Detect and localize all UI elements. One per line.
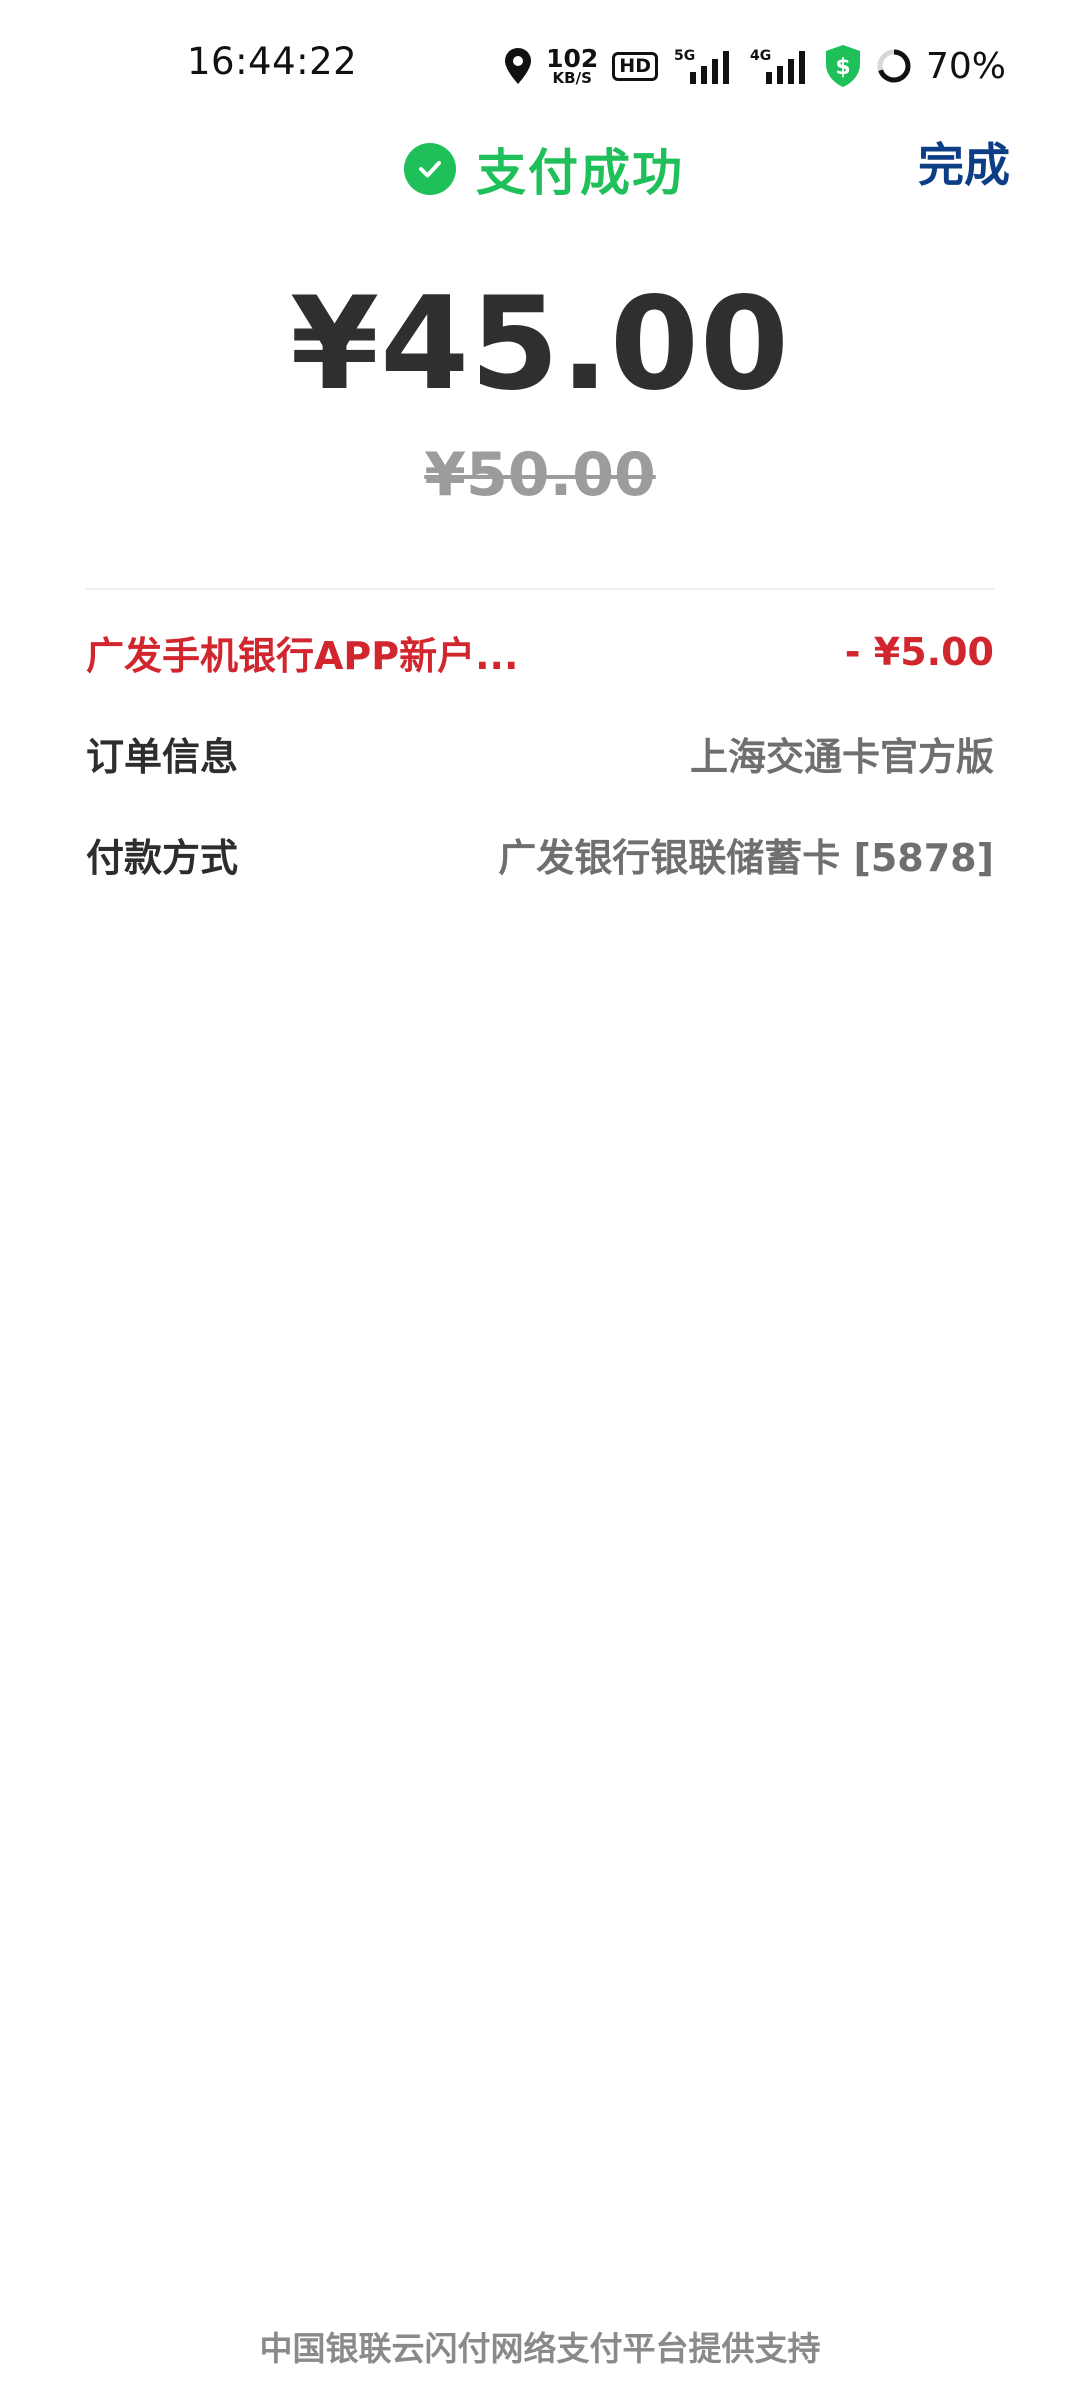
divider — [86, 588, 994, 590]
svg-text:$: $ — [835, 55, 850, 80]
page-title: 支付成功 — [476, 144, 684, 202]
order-info-value: 上海交通卡官方版 — [689, 734, 994, 779]
discount-label: 广发手机银行APP新户... — [86, 633, 519, 678]
order-info-row: 订单信息 上海交通卡官方版 — [86, 723, 994, 783]
paid-amount: ¥45.00 — [290, 270, 790, 419]
location-icon — [504, 47, 532, 85]
discount-value: - ¥5.00 — [844, 630, 994, 674]
network-speed: 102 KB/S — [546, 46, 598, 86]
battery-level: 70% — [925, 45, 1006, 87]
status-bar: 16:44:22 102 KB/S HD 5G 4G $ 70% — [0, 0, 1080, 130]
security-shield-icon: $ — [824, 44, 862, 88]
success-indicator: 支付成功 — [404, 133, 684, 205]
original-amount: ¥50.00 — [424, 440, 656, 510]
network-speed-unit: KB/S — [552, 69, 592, 87]
signal-4g-label: 4G — [750, 48, 771, 64]
header: 支付成功 完成 — [0, 125, 1080, 205]
done-button[interactable]: 完成 — [918, 129, 1010, 195]
signal-5g-label: 5G — [674, 48, 695, 64]
order-info-label: 订单信息 — [86, 734, 239, 779]
payment-method-row: 付款方式 广发银行银联储蓄卡 [5878] — [86, 824, 994, 884]
hd-icon: HD — [612, 51, 658, 81]
discount-row: 广发手机银行APP新户... - ¥5.00 — [86, 622, 994, 682]
signal-4g-icon: 4G — [748, 46, 810, 86]
network-speed-value: 102 — [546, 44, 599, 73]
payment-method-value: 广发银行银联储蓄卡 [5878] — [498, 835, 994, 880]
battery-ring-icon — [876, 48, 912, 84]
check-circle-icon — [404, 143, 456, 195]
status-time: 16:44:22 — [187, 40, 358, 83]
status-icons: 102 KB/S HD 5G 4G $ 70% — [504, 38, 1006, 94]
footer-note: 中国银联云闪付网络支付平台提供支持 — [259, 2329, 821, 2368]
signal-5g-icon: 5G — [672, 46, 734, 86]
payment-method-label: 付款方式 — [86, 835, 239, 880]
